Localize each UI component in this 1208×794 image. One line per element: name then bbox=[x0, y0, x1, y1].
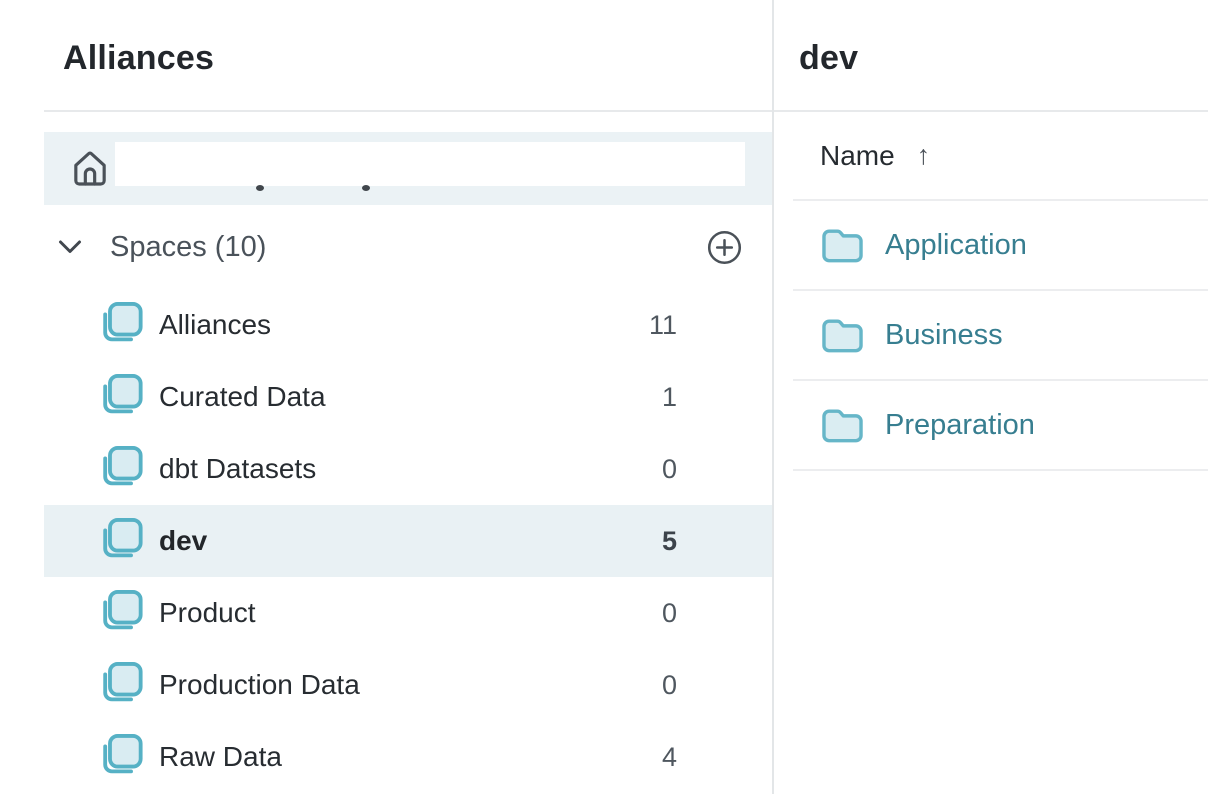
folder-link[interactable]: Application bbox=[885, 229, 1027, 262]
add-space-button[interactable] bbox=[707, 230, 742, 265]
space-icon bbox=[98, 373, 144, 421]
sort-ascending-icon: ↑ bbox=[917, 140, 931, 171]
folder-row-application[interactable]: Application bbox=[793, 201, 1208, 291]
space-item-production-data[interactable]: Production Data 0 bbox=[44, 649, 772, 721]
space-item-label: Production Data bbox=[159, 669, 662, 701]
space-item-product[interactable]: Product 0 bbox=[44, 577, 772, 649]
space-icon bbox=[98, 301, 144, 349]
name-column-label: Name bbox=[820, 140, 895, 172]
space-item-dev[interactable]: dev 5 bbox=[44, 505, 772, 577]
space-item-label: Raw Data bbox=[159, 741, 662, 773]
folder-icon bbox=[820, 226, 865, 264]
space-icon bbox=[98, 445, 144, 493]
space-icon bbox=[98, 589, 144, 637]
space-item-raw-data[interactable]: Raw Data 4 bbox=[44, 721, 772, 793]
folder-table: Application Business Preparation bbox=[793, 199, 1208, 471]
redacted-text-descender bbox=[362, 185, 370, 191]
home-nav-item[interactable] bbox=[44, 132, 772, 205]
space-item-label: dbt Datasets bbox=[159, 453, 662, 485]
space-title: dev bbox=[799, 38, 1208, 78]
space-item-label: Alliances bbox=[159, 309, 649, 341]
redacted-text-overlay bbox=[115, 142, 745, 186]
space-item-label: Product bbox=[159, 597, 662, 629]
spaces-section-header[interactable]: Spaces (10) bbox=[44, 205, 772, 289]
space-item-count: 0 bbox=[662, 598, 677, 629]
chevron-down-icon[interactable] bbox=[58, 240, 82, 254]
space-item-curated-data[interactable]: Curated Data 1 bbox=[44, 361, 772, 433]
space-item-count: 4 bbox=[662, 742, 677, 773]
folder-link[interactable]: Business bbox=[885, 319, 1003, 352]
folder-row-business[interactable]: Business bbox=[793, 291, 1208, 381]
home-icon bbox=[70, 148, 110, 190]
header-divider bbox=[44, 110, 772, 112]
spaces-sidebar: Alliances Sp bbox=[0, 0, 774, 794]
space-item-count: 1 bbox=[662, 382, 677, 413]
space-item-alliances[interactable]: Alliances 11 bbox=[44, 289, 772, 361]
folder-row-preparation[interactable]: Preparation bbox=[793, 381, 1208, 471]
redacted-text-descender bbox=[256, 185, 264, 191]
space-item-count: 11 bbox=[649, 310, 677, 341]
space-item-label: dev bbox=[159, 525, 662, 557]
space-item-count: 0 bbox=[662, 454, 677, 485]
folder-icon bbox=[820, 316, 865, 354]
space-icon bbox=[98, 733, 144, 781]
folder-icon bbox=[820, 406, 865, 444]
spaces-section-label: Spaces (10) bbox=[110, 231, 266, 264]
space-icon bbox=[98, 661, 144, 709]
space-item-count: 0 bbox=[662, 670, 677, 701]
space-item-dbt-datasets[interactable]: dbt Datasets 0 bbox=[44, 433, 772, 505]
space-item-label: Curated Data bbox=[159, 381, 662, 413]
space-contents-panel: dev Name ↑ Application bbox=[774, 0, 1208, 794]
folder-link[interactable]: Preparation bbox=[885, 409, 1035, 442]
space-item-count: 5 bbox=[662, 526, 677, 557]
space-list: Alliances 11 Curated Data 1 bbox=[44, 289, 772, 793]
space-icon bbox=[98, 517, 144, 565]
sidebar-content: Spaces (10) bbox=[44, 132, 772, 793]
page-title: Alliances bbox=[63, 38, 772, 78]
dataset-browser: Alliances Sp bbox=[0, 0, 1208, 794]
name-column-header[interactable]: Name ↑ bbox=[774, 112, 1208, 199]
